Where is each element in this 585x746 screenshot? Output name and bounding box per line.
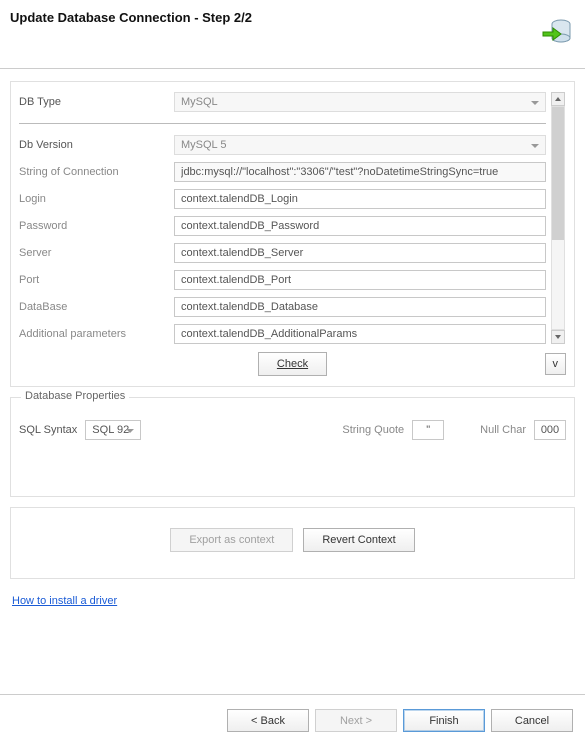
addparams-field[interactable]: context.talendDB_AdditionalParams: [174, 324, 546, 344]
expand-button[interactable]: v: [545, 353, 567, 375]
form-scrollbar[interactable]: [550, 92, 566, 344]
addparams-label: Additional parameters: [19, 328, 174, 340]
cancel-button[interactable]: Cancel: [491, 709, 573, 732]
export-context-button[interactable]: Export as context: [170, 528, 293, 552]
db-version-select[interactable]: MySQL 5: [174, 135, 546, 155]
server-label: Server: [19, 247, 174, 259]
password-label: Password: [19, 220, 174, 232]
install-driver-link[interactable]: How to install a driver: [10, 589, 575, 607]
string-quote-field[interactable]: ": [412, 420, 444, 440]
next-button[interactable]: Next >: [315, 709, 397, 732]
db-version-label: Db Version: [19, 139, 174, 151]
database-icon: [541, 16, 575, 55]
database-field[interactable]: context.talendDB_Database: [174, 297, 546, 317]
string-quote-label: String Quote: [342, 424, 404, 436]
revert-context-button[interactable]: Revert Context: [303, 528, 414, 552]
back-button[interactable]: < Back: [227, 709, 309, 732]
scroll-down-icon[interactable]: [551, 330, 565, 344]
null-char-field[interactable]: 000: [534, 420, 566, 440]
conn-string-field[interactable]: jdbc:mysql://"localhost":"3306"/"test"?n…: [174, 162, 546, 182]
conn-string-label: String of Connection: [19, 166, 174, 178]
port-label: Port: [19, 274, 174, 286]
null-char-label: Null Char: [480, 424, 526, 436]
sql-syntax-label: SQL Syntax: [19, 424, 77, 436]
wizard-footer: < Back Next > Finish Cancel: [0, 694, 585, 746]
page-title: Update Database Connection - Step 2/2: [10, 10, 252, 25]
db-type-label: DB Type: [19, 96, 174, 108]
check-button[interactable]: Check: [258, 352, 327, 376]
context-panel: Export as context Revert Context: [10, 507, 575, 579]
login-label: Login: [19, 193, 174, 205]
port-field[interactable]: context.talendDB_Port: [174, 270, 546, 290]
dbprops-title: Database Properties: [21, 390, 129, 402]
database-properties-panel: Database Properties SQL Syntax SQL 92 St…: [10, 397, 575, 497]
db-type-select[interactable]: MySQL: [174, 92, 546, 112]
server-field[interactable]: context.talendDB_Server: [174, 243, 546, 263]
database-label: DataBase: [19, 301, 174, 313]
finish-button[interactable]: Finish: [403, 709, 485, 732]
connection-form-panel: DB Type MySQL Db Version MySQL 5 String …: [10, 81, 575, 387]
password-field[interactable]: context.talendDB_Password: [174, 216, 546, 236]
login-field[interactable]: context.talendDB_Login: [174, 189, 546, 209]
sql-syntax-select[interactable]: SQL 92: [85, 420, 141, 440]
scroll-up-icon[interactable]: [551, 92, 565, 106]
